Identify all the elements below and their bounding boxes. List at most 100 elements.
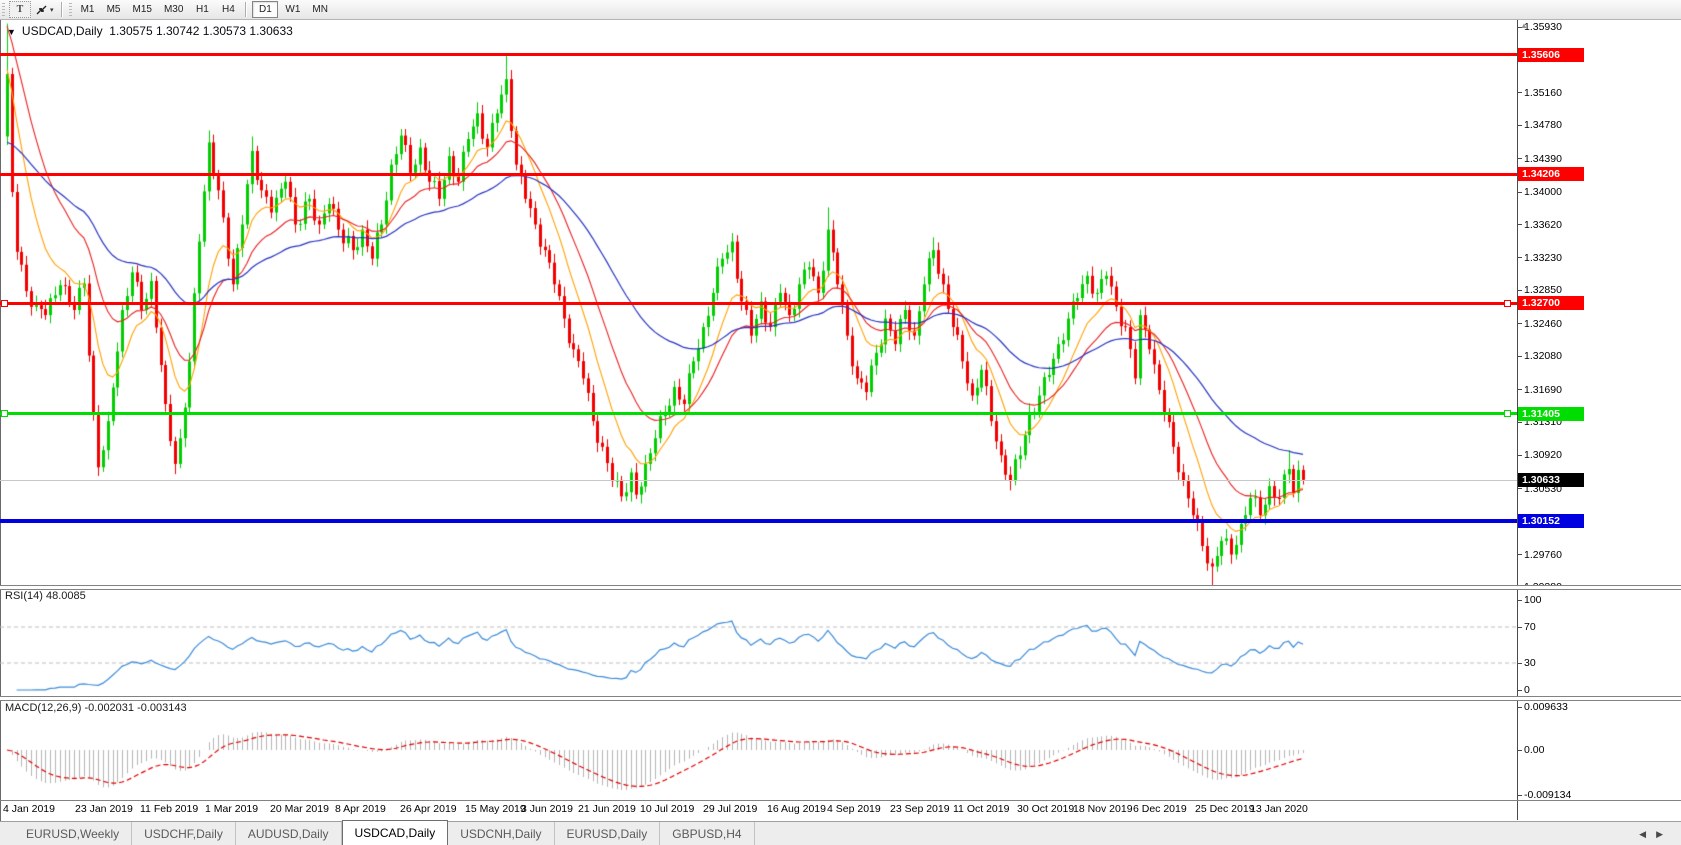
chevron-down-icon: ▾	[50, 6, 54, 14]
timeframe-button-h1[interactable]: H1	[190, 2, 214, 17]
price-axis-label: 1.29760	[1524, 549, 1562, 561]
date-axis-label: 4 Sep 2019	[827, 803, 881, 815]
line-handle[interactable]	[1504, 300, 1511, 307]
chart-tab-eurusd[interactable]: EURUSD,Weekly	[14, 822, 132, 845]
price-axis-label: 1.35930	[1524, 21, 1562, 33]
rsi-axis-label: 30	[1524, 657, 1536, 669]
price-tick	[1517, 257, 1522, 258]
date-axis-label: 23 Jan 2019	[75, 803, 133, 815]
price-axis-label: 1.32460	[1524, 318, 1562, 330]
line-handle[interactable]	[1504, 410, 1511, 417]
timeframe-button-m1[interactable]: M1	[76, 2, 100, 17]
panel-splitter[interactable]	[0, 585, 1681, 590]
rsi-axis-label: 70	[1524, 621, 1536, 633]
timeframe-button-w1[interactable]: W1	[280, 2, 305, 17]
arrows-tool-icon	[35, 4, 48, 16]
date-axis-label: 26 Apr 2019	[400, 803, 457, 815]
rsi-tick	[1517, 663, 1522, 664]
top-toolbar: T ▾ M1M5M15M30H1H4 D1W1MN	[0, 0, 1681, 20]
timeframe-button-d1[interactable]: D1	[252, 1, 278, 18]
symbol-dropdown-icon[interactable]: ▼	[7, 27, 16, 37]
date-axis-label: 6 Dec 2019	[1133, 803, 1187, 815]
chart-tab-bar: EURUSD,WeeklyUSDCHF,DailyAUDUSD,DailyUSD…	[0, 821, 1681, 845]
date-axis-label: 11 Feb 2019	[140, 803, 198, 815]
line-handle[interactable]	[1, 300, 8, 307]
bid-price-line	[0, 480, 1517, 481]
price-axis-label: 1.34390	[1524, 153, 1562, 165]
price-level-badge: 1.34206	[1518, 167, 1584, 181]
macd-indicator-label: MACD(12,26,9) -0.002031 -0.003143	[5, 702, 187, 714]
macd-tick	[1517, 750, 1522, 751]
date-axis-label: 4 Jan 2019	[3, 803, 55, 815]
price-axis-label: 1.34000	[1524, 186, 1562, 198]
timeframe-group: M1M5M15M30H1H4 D1W1MN	[75, 1, 334, 18]
macd-tick	[1517, 707, 1522, 708]
date-axis-label: 25 Dec 2019	[1195, 803, 1255, 815]
macd-axis-label: 0.009633	[1524, 701, 1568, 713]
candlestick-chart[interactable]	[0, 19, 1519, 800]
resistance-line[interactable]	[0, 173, 1517, 176]
timeframe-button-m30[interactable]: M30	[159, 2, 188, 17]
timeframe-button-m15[interactable]: M15	[128, 2, 157, 17]
price-tick	[1517, 125, 1522, 126]
support-line[interactable]	[0, 412, 1517, 415]
price-tick	[1517, 554, 1522, 555]
rsi-indicator-label: RSI(14) 48.0085	[5, 590, 86, 602]
chart-tab-usdcad[interactable]: USDCAD,Daily	[342, 820, 449, 845]
date-axis-label: 10 Jul 2019	[640, 803, 694, 815]
chart-tab-audusd[interactable]: AUDUSD,Daily	[236, 822, 342, 845]
price-tick	[1517, 158, 1522, 159]
axis-scroll-arrow-icon[interactable]: ▲	[1520, 21, 1528, 30]
line-handle[interactable]	[1, 410, 8, 417]
date-axis-label: 21 Jun 2019	[578, 803, 636, 815]
tab-scroll-right-icon[interactable]: ▶	[1656, 829, 1673, 839]
resistance-line[interactable]	[0, 302, 1517, 305]
price-tick	[1517, 323, 1522, 324]
timeframe-button-m5[interactable]: M5	[102, 2, 126, 17]
price-tick	[1517, 356, 1522, 357]
resistance-line[interactable]	[0, 53, 1517, 56]
toolbar-separator	[245, 2, 247, 17]
tab-scroll-left-icon[interactable]: ◀	[1639, 829, 1656, 839]
rsi-tick	[1517, 690, 1522, 691]
price-axis-label: 1.33230	[1524, 252, 1562, 264]
date-axis-label: 30 Oct 2019	[1017, 803, 1074, 815]
panel-splitter[interactable]	[0, 696, 1681, 701]
chart-title: ▼USDCAD,Daily 1.30575 1.30742 1.30573 1.…	[7, 24, 293, 38]
price-tick	[1517, 455, 1522, 456]
timeframe-button-h4[interactable]: H4	[216, 2, 240, 17]
text-tool-button[interactable]: T	[9, 1, 31, 18]
date-axis-label: 13 Jan 2020	[1250, 803, 1308, 815]
macd-tick	[1517, 795, 1522, 796]
date-axis-label: 11 Oct 2019	[953, 803, 1009, 815]
chart-tab-usdchf[interactable]: USDCHF,Daily	[132, 822, 236, 845]
rsi-tick	[1517, 600, 1522, 601]
chart-tab-eurusd[interactable]: EURUSD,Daily	[555, 822, 661, 845]
chart-tab-gbpusd[interactable]: GBPUSD,H4	[660, 822, 754, 845]
chart-tabs: EURUSD,WeeklyUSDCHF,DailyAUDUSD,DailyUSD…	[14, 822, 755, 845]
toolbar-grip[interactable]	[69, 3, 72, 16]
price-axis-label: 1.31690	[1524, 384, 1562, 396]
terminal-window: T ▾ M1M5M15M30H1H4D1W1MN ▼USDCAD,Daily 1…	[0, 0, 1681, 845]
toolbar-grip[interactable]	[2, 3, 5, 16]
price-tick	[1517, 389, 1522, 390]
date-axis-label: 16 Aug 2019	[767, 803, 826, 815]
timeframe-button-mn[interactable]: MN	[307, 2, 333, 17]
price-tick	[1517, 422, 1522, 423]
price-level-badge: 1.32700	[1518, 296, 1584, 310]
price-tick	[1517, 488, 1522, 489]
chart-tab-usdcnh[interactable]: USDCNH,Daily	[448, 822, 554, 845]
date-axis-label: 18 Nov 2019	[1073, 803, 1133, 815]
price-axis-label: 1.32850	[1524, 284, 1562, 296]
arrows-tool-button[interactable]: ▾	[33, 2, 56, 17]
price-tick	[1517, 192, 1522, 193]
price-axis-label: 1.32080	[1524, 350, 1562, 362]
date-axis-label: 3 Jun 2019	[521, 803, 573, 815]
support-line[interactable]	[0, 519, 1517, 523]
date-axis-label: 1 Mar 2019	[205, 803, 258, 815]
price-tick	[1517, 92, 1522, 93]
price-level-badge: 1.31405	[1518, 407, 1584, 421]
date-axis-label: 15 May 2019	[465, 803, 526, 815]
rsi-current-value: 48.0085	[46, 590, 86, 602]
price-tick	[1517, 290, 1522, 291]
